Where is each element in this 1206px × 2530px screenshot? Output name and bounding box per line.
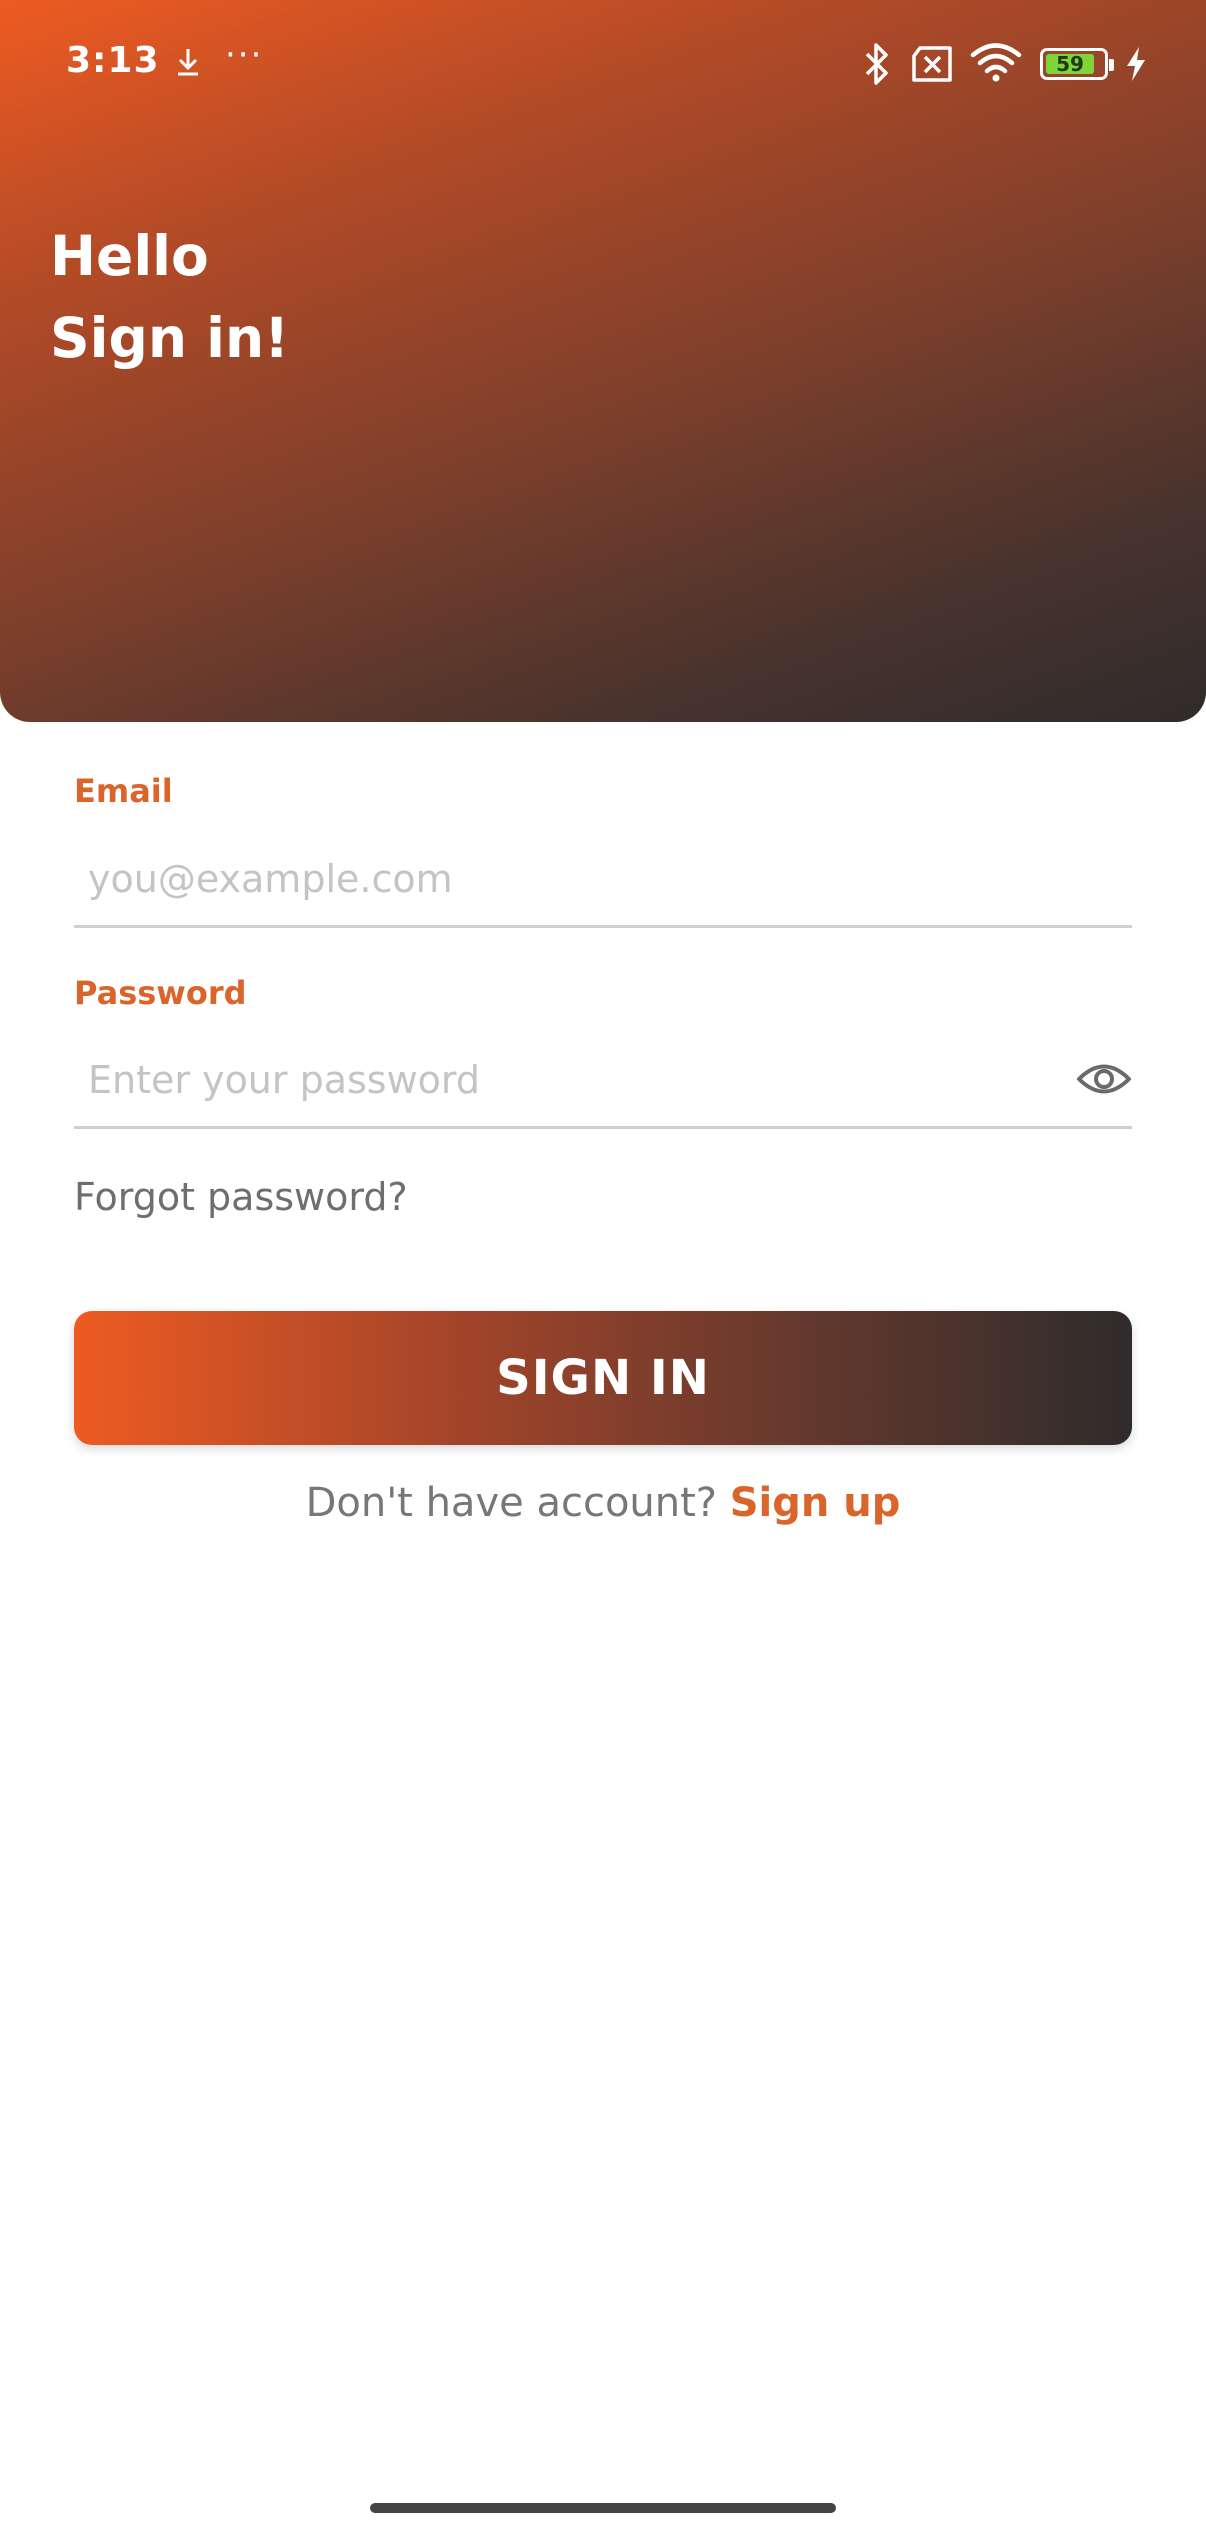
more-notifications-icon: ···	[225, 35, 264, 75]
password-label: Password	[74, 974, 247, 1012]
greeting-line-hello: Hello	[50, 224, 209, 288]
status-time: 3:13	[66, 40, 160, 81]
battery-icon: 59	[1040, 48, 1114, 80]
password-input[interactable]	[86, 1046, 1050, 1114]
signup-prompt: Don't have account?	[305, 1480, 718, 1526]
download-icon	[178, 49, 198, 76]
charging-icon	[1127, 47, 1145, 81]
greeting-line-sign-in: Sign in!	[50, 306, 290, 370]
sign-in-button[interactable]: SIGN IN	[74, 1311, 1132, 1445]
email-label: Email	[74, 772, 173, 810]
header-banner: 3:13 ··· 59 Hello Sign in!	[0, 0, 1206, 722]
wifi-icon	[970, 43, 1022, 82]
sign-up-link[interactable]: Sign up	[730, 1480, 901, 1526]
sign-in-screen: 3:13 ··· 59 Hello Sign in! Email you@exa…	[0, 0, 1206, 2530]
forgot-password-link[interactable]: Forgot password?	[74, 1175, 408, 1219]
email-field	[74, 835, 1132, 928]
battery-level: 59	[1056, 52, 1084, 76]
password-field	[74, 1036, 1132, 1129]
home-indicator[interactable]	[370, 2503, 836, 2513]
status-bar: 3:13 ··· 59	[0, 0, 1206, 130]
signup-row: Don't have account? Sign up	[0, 1480, 1206, 1526]
sim-off-icon	[912, 46, 952, 82]
bluetooth-icon	[865, 43, 888, 85]
email-input[interactable]	[86, 845, 1050, 913]
greeting: Hello Sign in!	[50, 215, 289, 379]
show-password-eye-icon[interactable]	[1076, 1056, 1132, 1102]
